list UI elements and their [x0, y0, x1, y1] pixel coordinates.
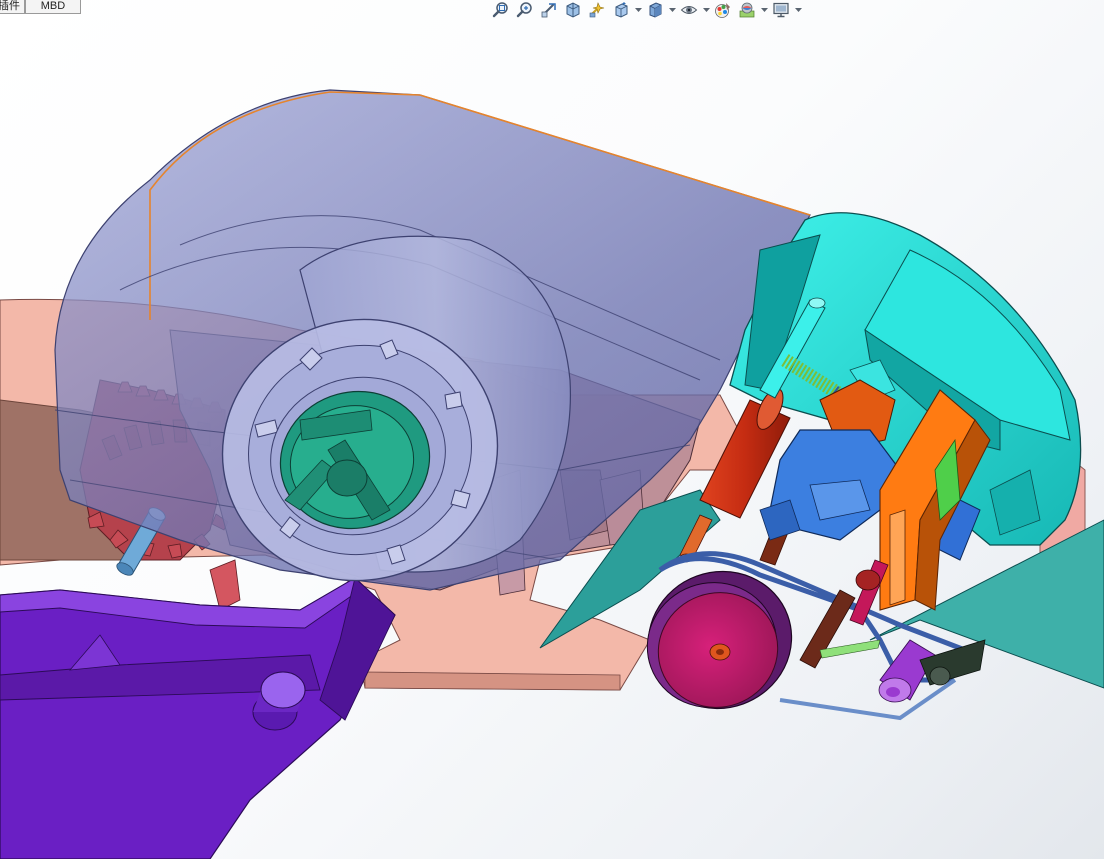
- zoom-to-fit-icon: [492, 2, 508, 18]
- view-settings-icon: [773, 2, 789, 18]
- zoom-to-fit-button[interactable]: [489, 0, 513, 20]
- graphics-area-3d-model[interactable]: [0, 0, 1104, 859]
- chevron-down-icon: [702, 7, 710, 12]
- view-orientation-button[interactable]: [609, 0, 633, 20]
- view-orientation-dropdown[interactable]: [633, 0, 643, 20]
- heads-up-view-toolbar: [489, 0, 803, 20]
- edit-appearance-icon: [715, 3, 730, 18]
- display-style-dropdown[interactable]: [667, 0, 677, 20]
- hide-show-items-button[interactable]: [677, 0, 701, 20]
- dynamic-annotation-views-icon: [589, 2, 605, 18]
- previous-view-icon: [541, 3, 556, 18]
- edit-appearance-button[interactable]: [711, 0, 735, 20]
- chevron-down-icon: [794, 7, 802, 12]
- dynamic-annotation-views-button[interactable]: [585, 0, 609, 20]
- hide-show-items-dropdown[interactable]: [701, 0, 711, 20]
- chevron-down-icon: [668, 7, 676, 12]
- hide-show-items-icon: [680, 6, 698, 14]
- apply-scene-button[interactable]: [735, 0, 759, 20]
- chevron-down-icon: [760, 7, 768, 12]
- view-settings-button[interactable]: [769, 0, 793, 20]
- command-manager-tabs: 插件 MBD: [0, 0, 81, 14]
- apply-scene-icon: [739, 2, 755, 18]
- zoom-to-area-button[interactable]: [513, 0, 537, 20]
- apply-scene-dropdown[interactable]: [759, 0, 769, 20]
- view-orientation-icon: [615, 2, 628, 18]
- purple-link-arm[interactable]: [0, 577, 396, 859]
- tab-addins[interactable]: 插件: [0, 0, 25, 14]
- view-settings-dropdown[interactable]: [793, 0, 803, 20]
- display-style-button[interactable]: [643, 0, 667, 20]
- previous-view-button[interactable]: [537, 0, 561, 20]
- zoom-to-area-icon: [516, 2, 532, 18]
- section-view-icon: [566, 2, 580, 18]
- section-view-button[interactable]: [561, 0, 585, 20]
- chevron-down-icon: [634, 7, 642, 12]
- tab-mbd[interactable]: MBD: [25, 0, 81, 14]
- display-style-icon: [649, 2, 662, 18]
